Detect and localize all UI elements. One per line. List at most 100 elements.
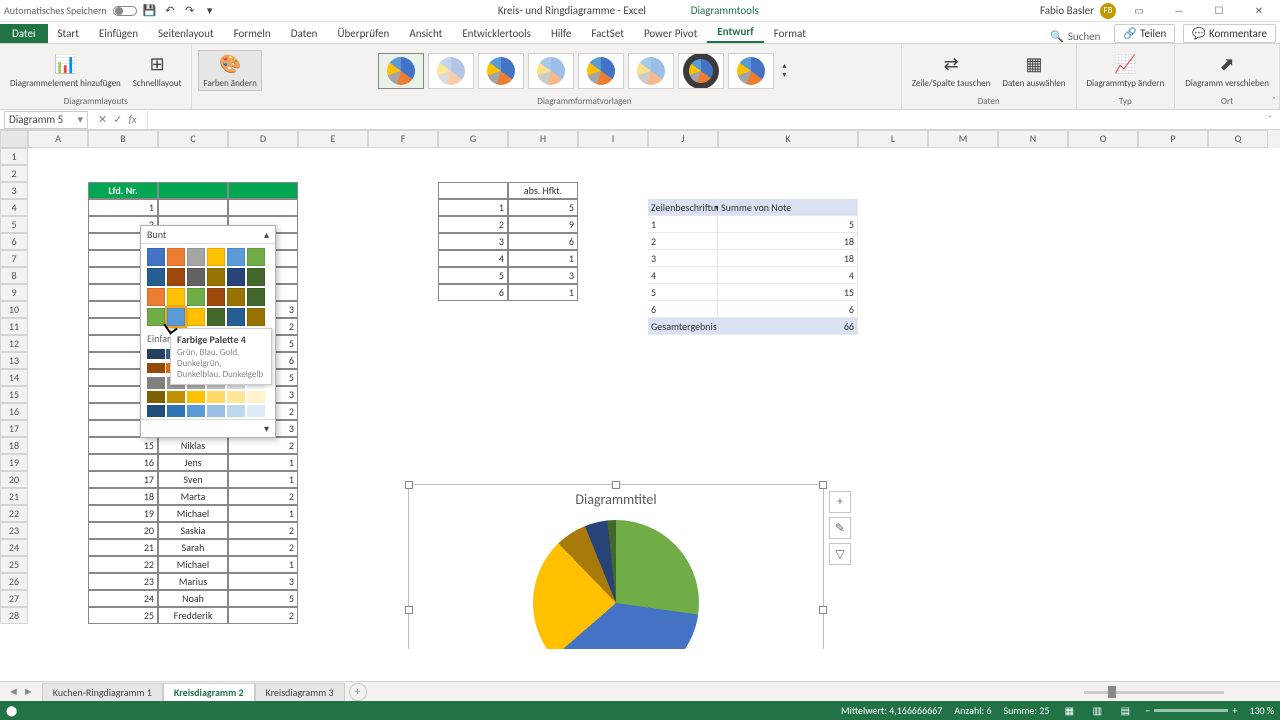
cell[interactable]: 1	[228, 505, 298, 522]
col-header-E[interactable]: E	[298, 130, 368, 148]
cell[interactable]: Niklas	[158, 437, 228, 454]
row-header-21[interactable]: 21	[0, 488, 28, 505]
tab-seitenlayout[interactable]: Seitenlayout	[148, 24, 224, 43]
cell[interactable]: 21	[88, 539, 158, 556]
collapse-ribbon-icon[interactable]: ˆ	[1272, 94, 1276, 107]
cell[interactable]: 23	[88, 573, 158, 590]
pie-chart-plot[interactable]	[533, 520, 699, 649]
maximize-icon[interactable]: ☐	[1202, 0, 1236, 22]
color-swatch[interactable]	[147, 248, 165, 266]
worksheet-grid[interactable]: ABCDEFGHIJKLMNOPQ 1234567891011121314151…	[0, 130, 1280, 649]
page-layout-view-icon[interactable]: ▥	[1089, 704, 1105, 717]
cell[interactable]: Marius	[158, 573, 228, 590]
chart-style-1[interactable]	[378, 53, 424, 89]
cell[interactable]: Sven	[158, 471, 228, 488]
row-header-9[interactable]: 9	[0, 284, 28, 301]
col-header-O[interactable]: O	[1068, 130, 1138, 148]
cell[interactable]: 4	[718, 267, 858, 284]
color-swatch[interactable]	[167, 308, 185, 326]
row-header-28[interactable]: 28	[0, 607, 28, 624]
row-header-12[interactable]: 12	[0, 335, 28, 352]
change-colors-button[interactable]: 🎨Farben ändern	[198, 50, 261, 92]
color-swatch[interactable]	[247, 288, 265, 306]
cell[interactable]: 3	[228, 573, 298, 590]
cell[interactable]: Michael	[158, 556, 228, 573]
row-header-3[interactable]: 3	[0, 182, 28, 199]
cell[interactable]: 18	[718, 233, 858, 250]
row-header-22[interactable]: 22	[0, 505, 28, 522]
chart-style-7[interactable]	[678, 53, 724, 89]
color-swatch[interactable]	[207, 268, 225, 286]
qat-customize-icon[interactable]: ▾	[203, 4, 217, 18]
cell[interactable]: 1	[88, 199, 158, 216]
chart-style-6[interactable]	[628, 53, 674, 89]
minimize-icon[interactable]: —	[1162, 0, 1196, 22]
chart-style-gallery[interactable]: ▴▾	[374, 46, 794, 95]
color-swatch[interactable]	[207, 288, 225, 306]
sheet-tab[interactable]: Kreisdiagramm 2	[163, 683, 255, 701]
color-swatch[interactable]	[187, 248, 205, 266]
chart-title[interactable]: Diagrammtitel	[409, 491, 823, 508]
col-header-K[interactable]: K	[718, 130, 858, 148]
sheet-nav-next-icon[interactable]: ►	[23, 685, 34, 698]
color-swatch[interactable]	[167, 288, 185, 306]
chart-filters-button[interactable]: ▽	[829, 543, 851, 565]
cell[interactable]: 2	[228, 437, 298, 454]
tab-einfügen[interactable]: Einfügen	[89, 24, 148, 43]
cell[interactable]: 20	[88, 522, 158, 539]
horizontal-scrollbar[interactable]	[1084, 686, 1264, 698]
cell[interactable]: Fredderik	[158, 607, 228, 624]
color-swatch[interactable]	[147, 308, 165, 326]
color-swatch[interactable]	[187, 288, 205, 306]
cell[interactable]: 2	[648, 233, 718, 250]
cell[interactable]: 3	[438, 233, 508, 250]
cell[interactable]	[438, 182, 508, 199]
cell[interactable]: 5	[508, 199, 578, 216]
color-swatch[interactable]	[167, 268, 185, 286]
select-data-button[interactable]: ▦Daten auswählen	[998, 51, 1069, 91]
cell[interactable]: Jens	[158, 454, 228, 471]
formula-input[interactable]	[147, 111, 1260, 129]
color-swatch[interactable]	[207, 248, 225, 266]
cell[interactable]: 2	[228, 607, 298, 624]
cell[interactable]: 25	[88, 607, 158, 624]
zoom-out-icon[interactable]: −	[1145, 704, 1150, 717]
cell[interactable]: 1	[648, 216, 718, 233]
cell[interactable]: 18	[718, 250, 858, 267]
cell[interactable]: 66	[718, 318, 858, 335]
sheet-tab[interactable]: Kuchen-Ringdiagramm 1	[42, 683, 163, 701]
row-header-11[interactable]: 11	[0, 318, 28, 335]
switch-row-col-button[interactable]: ⇄Zeile/Spalte tauschen	[908, 51, 995, 91]
mono-row-gold[interactable]	[147, 391, 269, 403]
row-header-2[interactable]: 2	[0, 165, 28, 182]
cell[interactable]: 4	[648, 267, 718, 284]
cell[interactable]: 17	[88, 471, 158, 488]
cell[interactable]: Noah	[158, 590, 228, 607]
enter-formula-icon[interactable]: ✓	[113, 113, 122, 126]
cell[interactable]: 6	[438, 284, 508, 301]
row-header-18[interactable]: 18	[0, 437, 28, 454]
avatar[interactable]: FB	[1100, 3, 1116, 19]
row-header-20[interactable]: 20	[0, 471, 28, 488]
share-button[interactable]: 🔗Teilen	[1114, 24, 1175, 43]
tab-format[interactable]: Format	[764, 24, 816, 43]
add-chart-element-button[interactable]: 📊Diagrammelement hinzufügen	[6, 51, 125, 91]
autosave-toggle[interactable]	[113, 6, 137, 16]
fx-icon[interactable]: fx	[128, 113, 136, 126]
color-swatch[interactable]	[247, 308, 265, 326]
cell[interactable]: 1	[228, 556, 298, 573]
row-header-7[interactable]: 7	[0, 250, 28, 267]
close-icon[interactable]: ✕	[1242, 0, 1276, 22]
zoom-slider[interactable]: − +	[1145, 704, 1237, 717]
cell[interactable]: 5	[718, 216, 858, 233]
cell[interactable]: 19	[88, 505, 158, 522]
normal-view-icon[interactable]: ▦	[1061, 704, 1077, 717]
row-header-19[interactable]: 19	[0, 454, 28, 471]
cell[interactable]: 2	[228, 488, 298, 505]
row-header-27[interactable]: 27	[0, 590, 28, 607]
row-header-10[interactable]: 10	[0, 301, 28, 318]
cell[interactable]: Lfd. Nr.	[88, 182, 158, 199]
cell[interactable]: Michael	[158, 505, 228, 522]
cancel-formula-icon[interactable]: ✕	[98, 113, 107, 126]
tab-formeln[interactable]: Formeln	[224, 24, 281, 43]
